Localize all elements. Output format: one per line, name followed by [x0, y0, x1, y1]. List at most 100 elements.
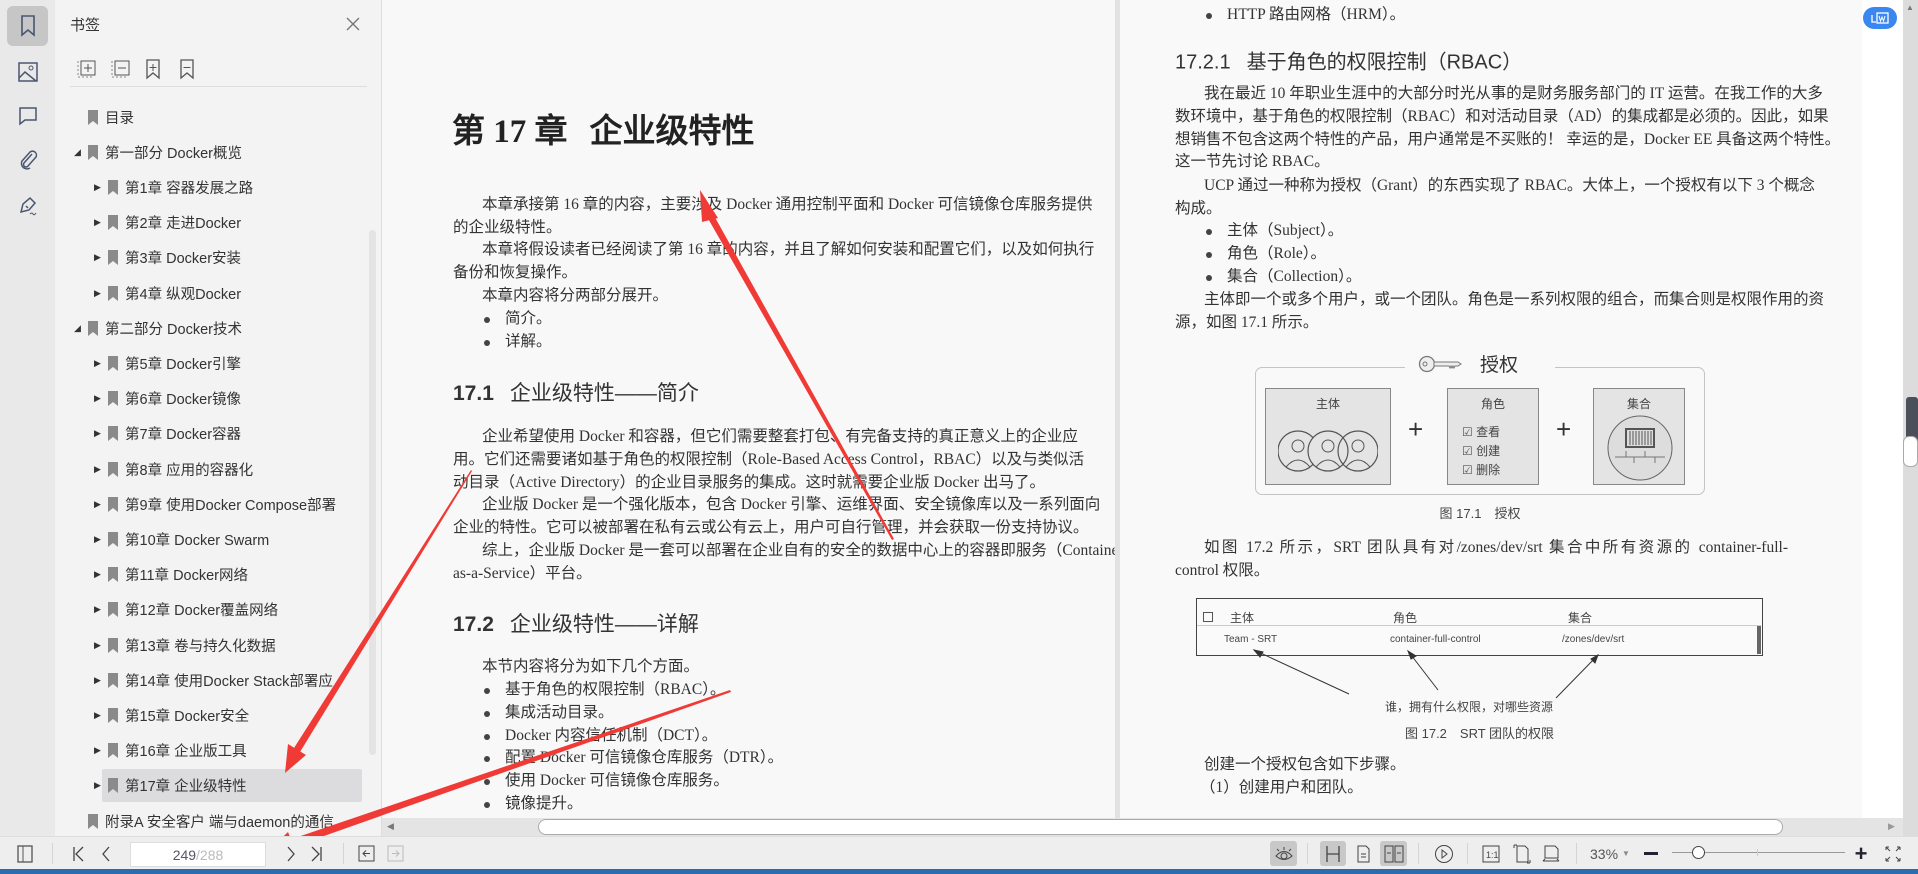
bookmark-item[interactable]: ▶ 第17章 企业级特性 [94, 769, 362, 803]
section-title: 企业级特性——详解 [509, 613, 699, 636]
chapter-number: 第 17 章 [452, 114, 568, 150]
bookmark-item[interactable]: ▶ 第7章 Docker容器 [94, 417, 355, 450]
expand-arrow-icon[interactable]: ▶ [94, 252, 108, 263]
previous-page-icon[interactable] [97, 841, 115, 866]
users-icon [1278, 430, 1378, 472]
image-icon[interactable] [7, 52, 48, 92]
first-page-icon[interactable] [69, 841, 87, 866]
sidebar-scrollbar[interactable] [369, 230, 376, 755]
text-line: as-a-Service）平台。 [453, 564, 592, 582]
bookmarks-panel: 书签 目录 ◢ 第一部分 Docker概览 ▶ 第1章 容器发展之路 ▶ 第2章 走进Doc… [55, 0, 382, 836]
expand-arrow-icon[interactable]: ▶ [94, 358, 108, 369]
expand-arrow-icon[interactable]: ▶ [94, 640, 108, 651]
bookmark-item[interactable]: ▶ 第9章 使用Docker Compose部署 [94, 488, 355, 521]
bookmark-item[interactable]: ◢ 第一部分 Docker概览 [74, 136, 355, 169]
bookmark-item[interactable]: ▶ 第5章 Docker引擎 [94, 347, 355, 380]
expand-arrow-icon[interactable]: ▶ [94, 464, 108, 475]
page-number-input[interactable]: 249/288 [130, 842, 266, 867]
continuous-scroll-icon[interactable] [1320, 841, 1346, 866]
expand-arrow-icon[interactable]: ▶ [94, 745, 108, 756]
paragraph: 企业版 Docker 是一个强化版本，包含 Docker 引擎、运维界面、安全镜… [453, 494, 1100, 540]
remove-bookmark-icon[interactable] [179, 58, 199, 80]
two-page-icon[interactable] [1380, 841, 1407, 866]
expand-arrow-icon[interactable]: ▶ [94, 217, 108, 228]
bookmark-item[interactable]: ▶ 第8章 应用的容器化 [94, 453, 355, 486]
bookmark-item[interactable]: ▶ 第11章 Docker网络 [94, 558, 355, 591]
collapse-arrow-icon[interactable]: ◢ [74, 323, 88, 334]
bookmark-item[interactable]: ▶ 第2章 走进Docker [94, 206, 355, 239]
scroll-thumb[interactable] [1903, 436, 1918, 467]
zoom-level-dropdown[interactable]: 33% ▼ [1585, 841, 1635, 866]
bookmark-item[interactable]: ▶ 第4章 纵观Docker [94, 277, 355, 310]
bookmark-label: 第7章 Docker容器 [125, 427, 242, 444]
scroll-thumb[interactable] [538, 819, 1783, 835]
fullscreen-icon[interactable] [1883, 841, 1903, 866]
next-page-icon[interactable] [282, 841, 300, 866]
actual-size-icon[interactable]: 1:1 [1481, 841, 1500, 866]
bookmark-item[interactable]: ▶ 第1章 容器发展之路 [94, 171, 355, 204]
bookmark-item[interactable]: ▶ 第12章 Docker覆盖网络 [94, 593, 355, 626]
bookmark-item[interactable]: ▶ 第15章 Docker安全 [94, 699, 355, 732]
bookmark-item[interactable]: 目录 [88, 101, 355, 134]
zoom-in-icon[interactable]: + [1853, 841, 1869, 866]
bookmark-item[interactable]: ▶ 第16章 企业版工具 [94, 734, 355, 767]
bookmark-item[interactable]: ▶ 第3章 Docker安装 [94, 241, 355, 274]
eye-protection-icon[interactable] [1270, 841, 1297, 866]
horizontal-scrollbar[interactable]: ◀ ▶ [382, 818, 1903, 836]
expand-arrow-icon[interactable]: ▶ [94, 710, 108, 721]
expand-all-icon[interactable] [77, 58, 97, 80]
bookmark-item[interactable]: ◢ 第二部分 Docker技术 [74, 312, 355, 345]
paragraph: 我在最近 10 年职业生涯中的大部分时光从事的是财务服务部门的 IT 运营。在我… [1175, 83, 1840, 174]
expand-arrow-icon[interactable]: ▶ [94, 534, 108, 545]
text-line: 备份和恢复操作。 [453, 263, 578, 281]
bookmark-item[interactable]: ▶ 第6章 Docker镜像 [94, 382, 355, 415]
expand-arrow-icon[interactable]: ▶ [94, 288, 108, 299]
expand-arrow-icon[interactable]: ▶ [94, 182, 108, 193]
zoom-out-icon[interactable] [1643, 841, 1659, 866]
expand-arrow-icon[interactable]: ▶ [94, 428, 108, 439]
bookmark-icon [108, 285, 118, 301]
scroll-left-icon[interactable]: ◀ [387, 821, 394, 832]
section-number: 17.2.1 [1175, 51, 1231, 74]
bookmark-label: 第15章 Docker安全 [125, 708, 250, 725]
list-item: 配置 Docker 可信镜像仓库服务（DTR）。 [453, 747, 1065, 770]
comment-icon[interactable] [7, 96, 48, 136]
expand-arrow-icon[interactable]: ▶ [94, 675, 108, 686]
expand-arrow-icon[interactable]: ▶ [94, 780, 104, 791]
bookmark-item[interactable]: ▶ 第14章 使用Docker Stack部署应 [94, 664, 355, 697]
fit-page-icon[interactable] [1512, 841, 1531, 866]
zoom-slider-handle[interactable] [1691, 846, 1705, 859]
annotation-arrows [1252, 649, 1599, 699]
convert-to-word-button[interactable] [1863, 7, 1897, 29]
last-page-icon[interactable] [308, 841, 326, 866]
expand-arrow-icon[interactable]: ▶ [94, 569, 108, 580]
expand-arrow-icon[interactable]: ▶ [94, 499, 108, 510]
bookmark-item[interactable]: ▶ 第13章 卷与持久化数据 [94, 629, 355, 662]
attachment-icon[interactable] [7, 140, 48, 180]
chapter-name: 企业级特性 [589, 114, 755, 150]
bookmark-icon [108, 461, 118, 477]
left-page: 第 17 章企业级特性 本章承接第 16 章的内容，主要涉及 Docker 通用… [382, 0, 1128, 818]
expand-arrow-icon[interactable]: ▶ [94, 604, 108, 615]
permission-item: ☑ 删除 [1462, 463, 1501, 477]
bookmark-item[interactable]: ▶ 第10章 Docker Swarm [94, 523, 355, 556]
fit-width-icon[interactable] [1541, 841, 1560, 866]
play-slideshow-icon[interactable] [1434, 841, 1454, 866]
back-icon[interactable] [357, 841, 375, 866]
bookmark-icon[interactable] [7, 6, 48, 46]
single-page-icon[interactable] [1354, 841, 1372, 866]
close-icon[interactable] [341, 12, 365, 36]
collapse-arrow-icon[interactable]: ◢ [74, 147, 88, 158]
list-item: Docker 内容信任机制（DCT）。 [453, 725, 1065, 748]
scroll-right-icon[interactable]: ▶ [1888, 821, 1895, 832]
bookmark-item[interactable]: 附录A 安全客户 端与daemon的通信 [88, 805, 355, 838]
zoom-slider[interactable] [1672, 846, 1845, 859]
scroll-up-icon[interactable]: ▲ [1906, 3, 1914, 12]
collapse-all-icon[interactable] [111, 58, 131, 80]
signature-icon[interactable] [7, 186, 48, 226]
vertical-scrollbar[interactable]: ▲ [1903, 0, 1918, 836]
figure-caption: 图 17.2 SRT 团队的权限 [1405, 726, 1555, 741]
add-bookmark-icon[interactable] [145, 58, 165, 80]
toggle-sidebar-icon[interactable] [13, 841, 37, 866]
expand-arrow-icon[interactable]: ▶ [94, 393, 108, 404]
